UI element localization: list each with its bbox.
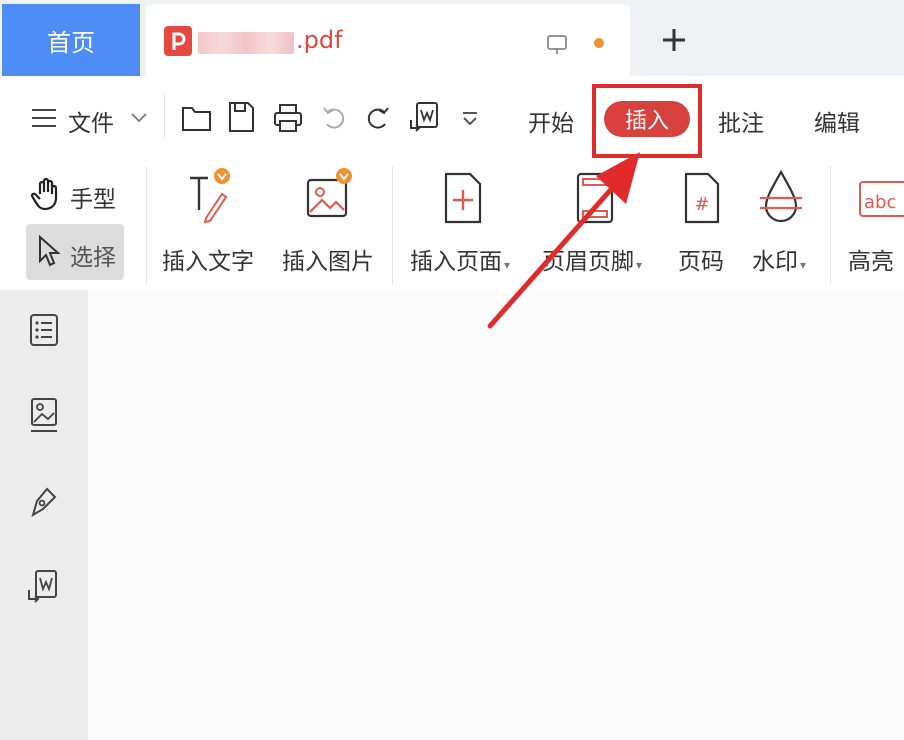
tab-annotate[interactable]: 批注 xyxy=(718,104,764,138)
svg-text:#: # xyxy=(694,194,709,215)
caret-down-icon: ▾ xyxy=(800,258,807,272)
insert-image-label[interactable]: 插入图片 xyxy=(282,242,374,276)
outline-list-icon[interactable] xyxy=(28,312,60,348)
tab-bar: 首页 .pdf xyxy=(0,0,904,76)
menu-file[interactable]: 文件 xyxy=(68,104,114,138)
divider xyxy=(830,166,831,284)
file-extension: .pdf xyxy=(296,26,343,54)
highlight-box xyxy=(592,84,702,158)
watermark-icon[interactable] xyxy=(756,168,806,226)
caret-down-icon: ▾ xyxy=(636,258,643,272)
tab-edit[interactable]: 编辑 xyxy=(814,104,860,138)
highlight-label[interactable]: 高亮 xyxy=(848,242,894,276)
header-footer-label: 页眉页脚 xyxy=(542,249,634,275)
pdf-to-word-icon[interactable] xyxy=(408,100,440,134)
open-folder-icon[interactable] xyxy=(180,102,214,134)
insert-image-icon[interactable] xyxy=(304,166,354,224)
pdf-icon xyxy=(164,26,192,56)
insert-text-icon[interactable] xyxy=(186,166,232,224)
print-icon[interactable] xyxy=(272,102,304,134)
chevron-down-icon[interactable] xyxy=(130,112,148,124)
hand-icon[interactable] xyxy=(30,176,66,212)
insert-text-label[interactable]: 插入文字 xyxy=(162,242,254,276)
document-canvas[interactable] xyxy=(88,290,904,740)
insert-page-dropdown[interactable]: 插入页面 ▾ xyxy=(410,242,510,276)
unsaved-dot xyxy=(594,38,604,48)
tab-home[interactable]: 首页 xyxy=(2,4,140,76)
add-tab-button[interactable] xyxy=(656,22,692,58)
caret-down-icon: ▾ xyxy=(504,258,511,272)
page-number-label[interactable]: 页码 xyxy=(678,242,724,276)
select-tool-label: 选择 xyxy=(70,245,116,271)
pdf-to-word-sidebar-icon[interactable] xyxy=(26,568,60,606)
header-footer-icon[interactable] xyxy=(574,170,616,226)
watermark-dropdown[interactable]: 水印 ▾ xyxy=(752,242,806,276)
thumbnail-icon[interactable] xyxy=(28,396,60,436)
redo-icon[interactable] xyxy=(364,104,392,132)
highlight-text-icon[interactable]: abc xyxy=(856,178,904,220)
plus-icon xyxy=(663,29,685,51)
cursor-icon xyxy=(39,234,61,267)
undo-icon[interactable] xyxy=(320,104,348,132)
hamburger-icon[interactable] xyxy=(30,106,58,130)
page-number-icon[interactable]: # xyxy=(682,170,722,226)
insert-page-icon[interactable] xyxy=(442,170,484,226)
watermark-label: 水印 xyxy=(752,249,798,275)
tab-document[interactable]: .pdf xyxy=(146,4,630,76)
header-footer-dropdown[interactable]: 页眉页脚 ▾ xyxy=(542,242,642,276)
blurred-filename xyxy=(198,32,294,54)
more-dropdown-icon[interactable] xyxy=(460,110,480,128)
tab-start[interactable]: 开始 xyxy=(528,104,574,138)
insert-page-label: 插入页面 xyxy=(410,249,502,275)
pen-annotation-icon[interactable] xyxy=(28,484,60,520)
save-icon[interactable] xyxy=(226,100,256,134)
divider xyxy=(164,94,165,138)
divider xyxy=(146,166,147,284)
divider xyxy=(392,166,393,284)
hand-tool-label[interactable]: 手型 xyxy=(70,180,116,214)
monitor-icon[interactable] xyxy=(546,34,568,56)
svg-text:abc: abc xyxy=(864,192,896,213)
